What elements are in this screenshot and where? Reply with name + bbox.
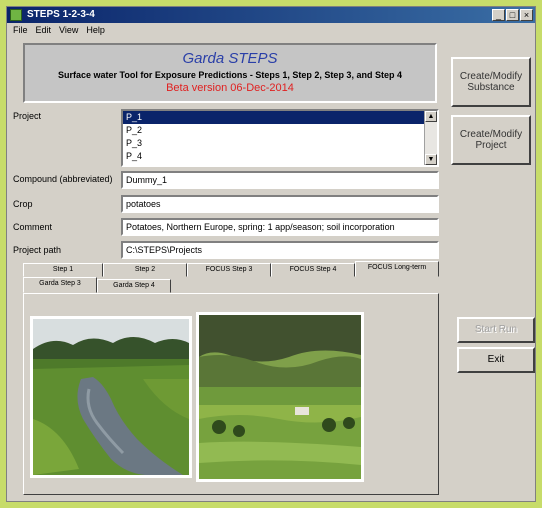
project-item[interactable]: P_3 bbox=[123, 137, 437, 150]
exit-button[interactable]: Exit bbox=[457, 347, 535, 373]
window-title: STEPS 1-2-3-4 bbox=[27, 9, 95, 20]
minimize-icon[interactable]: _ bbox=[492, 9, 505, 21]
menu-bar: File Edit View Help bbox=[7, 23, 535, 37]
scroll-down-icon[interactable]: ▼ bbox=[425, 154, 437, 165]
tab-row-garda: Garda Step 3 Garda Step 4 bbox=[23, 277, 171, 293]
comment-field[interactable]: Potatoes, Northern Europe, spring: 1 app… bbox=[121, 218, 439, 236]
project-list[interactable]: P_1 P_2 P_3 P_4 ▲ ▼ bbox=[121, 109, 439, 167]
projectpath-label: Project path bbox=[13, 245, 62, 255]
project-item[interactable]: P_1 bbox=[123, 111, 437, 124]
close-icon[interactable]: × bbox=[520, 9, 533, 21]
river-photo bbox=[30, 316, 192, 478]
landscape-photo bbox=[196, 312, 364, 482]
app-header: Garda STEPS Surface water Tool for Expos… bbox=[23, 43, 437, 103]
tab-focus-longterm[interactable]: FOCUS Long-term bbox=[355, 261, 439, 277]
app-subtitle: Surface water Tool for Exposure Predicti… bbox=[58, 70, 402, 80]
create-modify-substance-button[interactable]: Create/Modify Substance bbox=[451, 57, 531, 107]
create-project-label: Create/Modify Project bbox=[459, 129, 523, 151]
start-run-button[interactable]: Start Run bbox=[457, 317, 535, 343]
main-window: STEPS 1-2-3-4 _ □ × File Edit View Help … bbox=[6, 6, 536, 502]
app-brand-title: Garda STEPS bbox=[182, 50, 278, 67]
crop-label: Crop bbox=[13, 199, 33, 209]
menu-view[interactable]: View bbox=[59, 23, 78, 37]
tab-garda-step4[interactable]: Garda Step 4 bbox=[97, 279, 171, 293]
tab-step2[interactable]: Step 2 bbox=[103, 263, 187, 277]
compound-field[interactable]: Dummy_1 bbox=[121, 171, 439, 189]
menu-edit[interactable]: Edit bbox=[36, 23, 52, 37]
project-label: Project bbox=[13, 111, 42, 121]
tab-panel bbox=[23, 293, 439, 495]
app-icon bbox=[10, 9, 22, 21]
menu-file[interactable]: File bbox=[13, 23, 28, 37]
tab-focus-step4[interactable]: FOCUS Step 4 bbox=[271, 263, 355, 277]
project-list-scrollbar[interactable]: ▲ ▼ bbox=[424, 111, 437, 165]
tab-row-steps: Step 1 Step 2 FOCUS Step 3 FOCUS Step 4 … bbox=[23, 261, 439, 277]
project-item[interactable]: P_4 bbox=[123, 150, 437, 163]
menu-help[interactable]: Help bbox=[86, 23, 105, 37]
compound-label: Compound (abbreviated) bbox=[13, 174, 113, 184]
tab-garda-step3[interactable]: Garda Step 3 bbox=[23, 277, 97, 293]
projectpath-field[interactable]: C:\STEPS\Projects bbox=[121, 241, 439, 259]
scroll-up-icon[interactable]: ▲ bbox=[425, 111, 437, 122]
maximize-icon[interactable]: □ bbox=[506, 9, 519, 21]
crop-field[interactable]: potatoes bbox=[121, 195, 439, 213]
title-bar[interactable]: STEPS 1-2-3-4 _ □ × bbox=[7, 7, 535, 23]
version-label: Beta version 06-Dec-2014 bbox=[166, 82, 294, 94]
create-substance-label: Create/Modify Substance bbox=[459, 71, 523, 93]
comment-label: Comment bbox=[13, 222, 53, 232]
create-modify-project-button[interactable]: Create/Modify Project bbox=[451, 115, 531, 165]
tab-focus-step3[interactable]: FOCUS Step 3 bbox=[187, 263, 271, 277]
project-item[interactable]: P_2 bbox=[123, 124, 437, 137]
tab-step1[interactable]: Step 1 bbox=[23, 263, 103, 277]
